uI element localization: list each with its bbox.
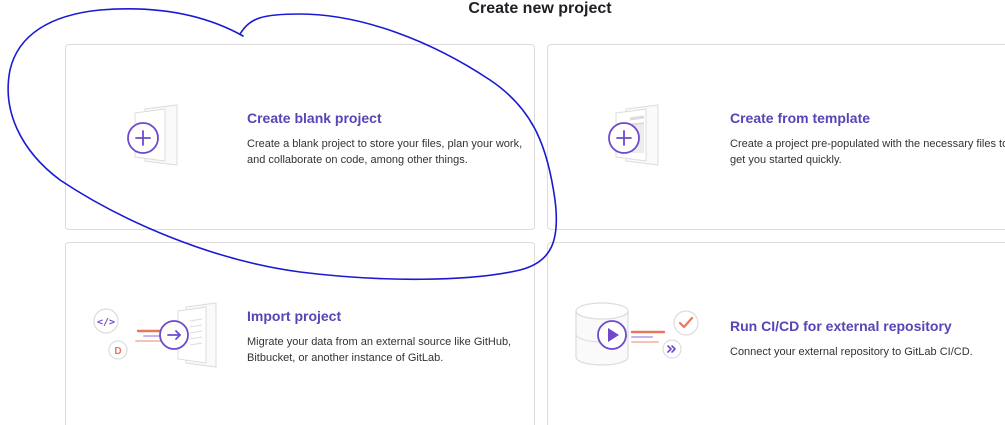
blank-project-icon <box>127 104 178 166</box>
page-title: Create new project <box>468 0 612 17</box>
card-description: Create a project pre-populated with the … <box>730 138 1005 166</box>
card-description: Migrate your data from an external sourc… <box>247 336 512 364</box>
cicd-external-repo-icon <box>575 302 699 366</box>
run-cicd-external-repo-card[interactable]: Run CI/CD for external repository Connec… <box>547 242 1005 425</box>
new-project-page: Create new project Create blank project … <box>0 0 1005 425</box>
card-description: Connect your external repository to GitL… <box>730 346 973 358</box>
create-from-template-card[interactable]: Create from template Create a project pr… <box>547 44 1005 230</box>
card-description: Create a blank project to store your fil… <box>247 138 523 166</box>
card-title: Create from template <box>730 110 871 126</box>
create-blank-project-card[interactable]: Create blank project Create a blank proj… <box>65 44 535 230</box>
card-title: Import project <box>247 308 342 324</box>
template-project-icon <box>608 104 659 166</box>
card-title: Create blank project <box>247 110 382 126</box>
card-title: Run CI/CD for external repository <box>730 318 952 334</box>
badge-d-label: D <box>114 346 121 357</box>
svg-text:</>: </> <box>97 317 115 328</box>
import-project-card[interactable]: </> D Import project Migrate your data f… <box>65 242 535 425</box>
import-project-icon: </> D <box>93 302 217 368</box>
